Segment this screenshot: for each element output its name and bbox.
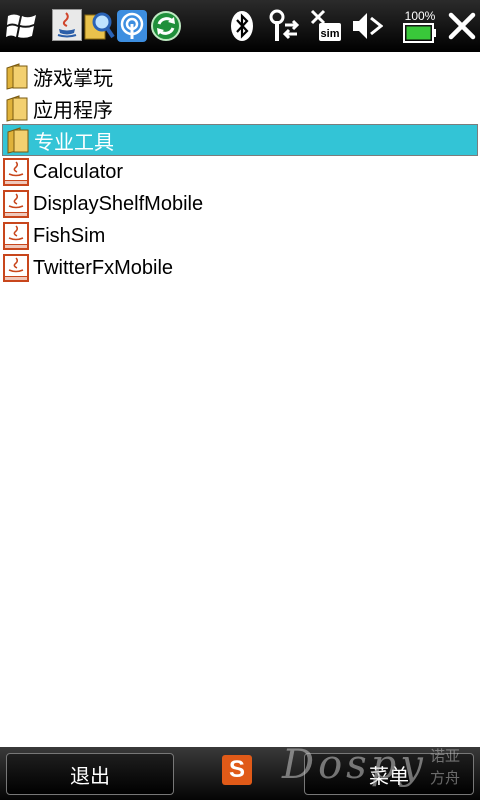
watermark-cn-line1: 诺亚	[430, 747, 461, 765]
search-app-icon[interactable]	[82, 7, 116, 45]
battery-percent: 100%	[404, 8, 436, 23]
dospy-watermark: Dospy	[282, 742, 427, 788]
windows-start-icon[interactable]	[4, 7, 40, 45]
list-item-label: TwitterFxMobile	[33, 256, 174, 279]
list-item-label: 专业工具	[34, 131, 114, 154]
folder-icon	[6, 63, 28, 90]
close-icon[interactable]	[444, 7, 480, 45]
java-app-icon	[3, 222, 29, 250]
list-item-label: 游戏掌玩	[33, 67, 113, 90]
battery-indicator[interactable]: 100%	[400, 6, 440, 46]
list-item-label: DisplayShelfMobile	[33, 192, 204, 215]
java-app-icon[interactable]	[52, 9, 82, 41]
list-item-label: Calculator	[33, 160, 124, 183]
svg-text:sim: sim	[321, 28, 340, 40]
list-item[interactable]: DisplayShelfMobile	[0, 188, 480, 220]
bluetooth-icon[interactable]	[228, 7, 256, 45]
input-method-icon[interactable]: S	[222, 755, 252, 785]
java-app-icon	[3, 190, 29, 218]
antenna-data-icon[interactable]	[266, 7, 302, 45]
watermark-cn-line2: 方舟	[430, 769, 461, 787]
java-app-icon	[3, 158, 29, 186]
program-list: 游戏掌玩 应用程序 专业工具 Calculator DisplayShelfMo…	[0, 60, 480, 284]
list-item-label: FishSim	[33, 224, 106, 247]
list-item[interactable]: 游戏掌玩	[0, 60, 480, 92]
list-item[interactable]: 应用程序	[0, 92, 480, 124]
list-item[interactable]: TwitterFxMobile	[0, 252, 480, 284]
signal-app-icon[interactable]	[116, 7, 148, 45]
list-item[interactable]: FishSim	[0, 220, 480, 252]
sync-app-icon[interactable]	[150, 7, 182, 45]
list-item-selected[interactable]: 专业工具	[2, 124, 478, 156]
no-sim-icon[interactable]: sim	[308, 7, 344, 45]
watermark-cn: 诺亚 方舟	[430, 745, 470, 789]
exit-softkey[interactable]: 退出	[6, 753, 174, 795]
status-bar: sim 100%	[0, 0, 480, 52]
list-item-label: 应用程序	[33, 99, 113, 122]
java-app-icon	[3, 254, 29, 282]
volume-muted-icon[interactable]	[350, 7, 384, 45]
battery-icon	[403, 22, 436, 43]
list-item[interactable]: Calculator	[0, 156, 480, 188]
input-method-letter: S	[228, 756, 245, 783]
folder-icon	[7, 127, 29, 154]
folder-icon	[6, 95, 28, 122]
